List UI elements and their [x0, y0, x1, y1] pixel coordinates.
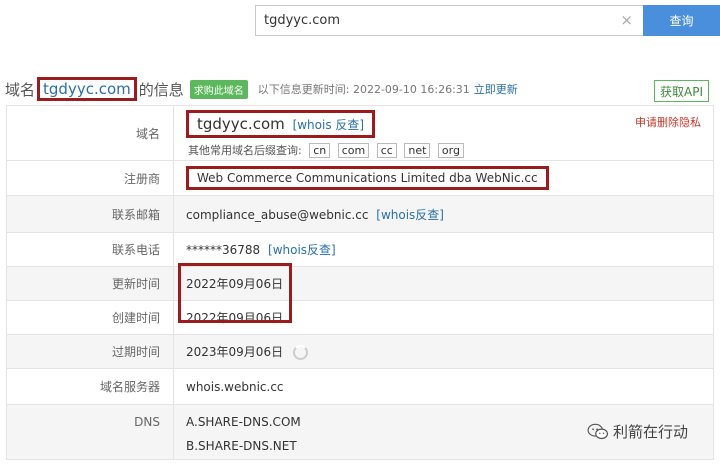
label-phone: 联系电话: [6, 232, 174, 267]
search-input[interactable]: [264, 6, 604, 35]
label-updated: 更新时间: [6, 266, 174, 301]
suffix-query-label: 其他常用域名后缀查询:: [188, 143, 302, 157]
row-domain: 域名 tgdyyc.com [whois 反查] 其他常用域名后缀查询: cn …: [6, 105, 714, 161]
domain-highlight-box: tgdyyc.com [whois 反查]: [186, 109, 376, 138]
update-now-link[interactable]: 立即更新: [474, 81, 518, 97]
search-box: ×: [255, 5, 643, 36]
clear-icon[interactable]: ×: [620, 12, 633, 29]
email-value: compliance_abuse@webnic.cc: [186, 207, 369, 222]
heading-domain: tgdyyc.com: [37, 77, 137, 101]
row-nameserver: 域名服务器 whois.webnic.cc: [6, 368, 714, 405]
row-registrar: 注册商 Web Commerce Communications Limited …: [6, 160, 714, 196]
value-registrar-cell: Web Commerce Communications Limited dba …: [173, 160, 714, 196]
whois-info-table: 域名 tgdyyc.com [whois 反查] 其他常用域名后缀查询: cn …: [6, 105, 714, 460]
get-api-button[interactable]: 获取API: [654, 80, 709, 102]
nameserver-value: whois.webnic.cc: [186, 379, 284, 394]
wechat-icon: [587, 423, 609, 439]
label-expires: 过期时间: [6, 334, 174, 369]
registrar-highlight-box: Web Commerce Communications Limited dba …: [186, 166, 549, 190]
label-domain: 域名: [6, 105, 174, 161]
suffix-chip-net[interactable]: net: [404, 142, 431, 158]
value-updated-cell: 2022年09月06日: [173, 266, 714, 301]
row-phone: 联系电话 ******36788 [whois反查]: [6, 232, 714, 267]
phone-value: ******36788: [186, 243, 261, 257]
search-button[interactable]: 查询: [643, 5, 720, 36]
loading-spinner-icon: [292, 345, 308, 360]
domain-whois-link[interactable]: [whois 反查]: [293, 118, 365, 132]
domain-heading: 域名 tgdyyc.com 的信息 求购此域名 以下信息更新时间: 2022-0…: [5, 77, 518, 101]
value-email-cell: compliance_abuse@webnic.cc [whois反查]: [173, 195, 714, 233]
heading-suffix: 的信息: [138, 80, 184, 99]
suffix-chip-org[interactable]: org: [437, 142, 464, 158]
value-phone-cell: ******36788 [whois反查]: [173, 232, 714, 267]
updated-value: 2022年09月06日: [186, 277, 284, 291]
registrar-value: Web Commerce Communications Limited dba …: [197, 171, 538, 185]
row-email: 联系邮箱 compliance_abuse@webnic.cc [whois反查…: [6, 195, 714, 233]
buy-domain-badge[interactable]: 求购此域名: [189, 79, 248, 99]
watermark-text: 利箭在行动: [613, 423, 689, 441]
expires-value: 2023年09月06日: [186, 345, 284, 359]
email-whois-link[interactable]: [whois反查]: [376, 208, 444, 222]
domain-value: tgdyyc.com: [197, 114, 285, 133]
suffix-query-line: 其他常用域名后缀查询: cn com cc net org: [186, 142, 713, 158]
value-nameserver-cell: whois.webnic.cc: [173, 368, 714, 405]
label-email: 联系邮箱: [6, 195, 174, 233]
label-created: 创建时间: [6, 300, 174, 335]
row-expires: 过期时间 2023年09月06日: [6, 334, 714, 369]
privacy-removal-link[interactable]: 申请删除隐私: [635, 114, 701, 130]
suffix-chip-cn[interactable]: cn: [309, 142, 331, 158]
label-dns: DNS: [6, 404, 174, 460]
phone-whois-link[interactable]: [whois反查]: [268, 243, 336, 257]
suffix-chip-com[interactable]: com: [337, 142, 370, 158]
suffix-chip-cc[interactable]: cc: [376, 142, 397, 158]
update-time-text: 以下信息更新时间: 2022-09-10 16:26:31: [257, 83, 470, 96]
label-registrar: 注册商: [6, 160, 174, 196]
watermark: 利箭在行动: [587, 421, 688, 442]
value-created-cell: 2022年09月06日: [173, 300, 714, 335]
value-expires-cell: 2023年09月06日: [173, 334, 714, 369]
label-nameserver: 域名服务器: [6, 368, 174, 405]
row-updated: 更新时间 2022年09月06日: [6, 266, 714, 301]
row-created: 创建时间 2022年09月06日: [6, 300, 714, 335]
heading-prefix: 域名: [5, 80, 36, 99]
created-value: 2022年09月06日: [186, 311, 284, 325]
value-domain-cell: tgdyyc.com [whois 反查] 其他常用域名后缀查询: cn com…: [173, 105, 714, 161]
